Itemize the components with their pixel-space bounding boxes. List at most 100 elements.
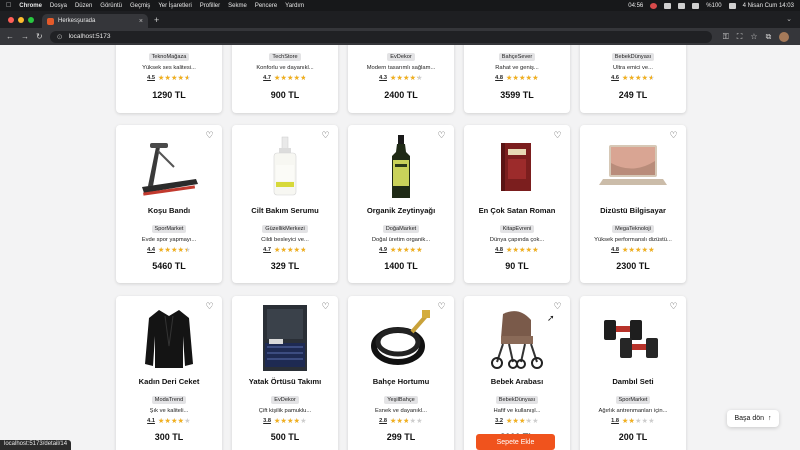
rating-value[interactable]: 3.8 bbox=[263, 418, 271, 424]
rating-value[interactable]: 4.8 bbox=[495, 75, 503, 81]
clock-text[interactable]: 4 Nisan Cum 14:03 bbox=[743, 3, 794, 9]
back-icon[interactable]: ← bbox=[6, 32, 14, 41]
rating-value[interactable]: 4.8 bbox=[611, 247, 619, 253]
new-tab-icon[interactable]: + bbox=[148, 15, 165, 28]
menu-item-history[interactable]: Geçmiş bbox=[130, 3, 150, 9]
dumbbells-image[interactable] bbox=[580, 304, 686, 372]
product-card[interactable]: ♡ Yatak Örtüsü Takımı EvDekor Çift kişil… bbox=[232, 296, 338, 450]
product-card[interactable]: ♡ Koşu Bandı SporMarket Evde spor yapmay… bbox=[116, 125, 222, 283]
rating-value[interactable]: 4.7 bbox=[263, 75, 271, 81]
add-to-cart-button[interactable]: Sepete Ekle bbox=[476, 434, 555, 450]
rating-stars-icon: ★★★★★★★★★★ bbox=[505, 418, 539, 425]
menu-item-file[interactable]: Dosya bbox=[50, 3, 67, 9]
product-card[interactable]: ♡ Cilt Bakım Serumu GüzellikMerkezi Cild… bbox=[232, 125, 338, 283]
product-title[interactable]: Koşu Bandı bbox=[116, 206, 222, 217]
leather-jacket-image[interactable] bbox=[116, 304, 222, 372]
product-title[interactable]: Yatak Örtüsü Takımı bbox=[232, 377, 338, 388]
product-card[interactable]: EvDekor Modern tasarımlı sağlam... 4.3 ★★… bbox=[348, 45, 454, 113]
minimize-window-icon[interactable] bbox=[18, 17, 24, 23]
garden-hose-image[interactable] bbox=[348, 304, 454, 372]
forward-icon[interactable]: → bbox=[21, 32, 29, 41]
link-status-bar: localhost:5173/detail/14 bbox=[0, 440, 72, 450]
product-card[interactable]: BahçeSever Rahat ve geniş... 4.8 ★★★★★ ★★★… bbox=[464, 45, 570, 113]
seller-badge: KitapEvreni bbox=[499, 225, 535, 233]
rating-value[interactable]: 1.8 bbox=[611, 418, 619, 424]
book-image[interactable] bbox=[464, 133, 570, 201]
laptop-image[interactable] bbox=[580, 133, 686, 201]
rating: 4.7 ★★★★★ ★★★★★ bbox=[232, 246, 338, 254]
menu-item-tab[interactable]: Sekme bbox=[228, 3, 247, 9]
product-description: Ağırlık antrenmanları için... bbox=[598, 408, 668, 414]
extensions-icon[interactable]: ⧉ bbox=[766, 32, 772, 42]
product-card[interactable]: TechStore Konforlu ve dayanıkl... 4.7 ★★★… bbox=[232, 45, 338, 113]
tab-search-chevron-icon[interactable]: ⌄ bbox=[786, 15, 800, 28]
menu-item-profiles[interactable]: Profiller bbox=[200, 3, 220, 9]
bookmark-star-icon[interactable]: ☆ bbox=[750, 32, 757, 41]
menu-item-view[interactable]: Görüntü bbox=[100, 3, 122, 9]
product-card[interactable]: BebekDünyası Ultra emici ve... 4.6 ★★★★★ ★… bbox=[580, 45, 686, 113]
rating-fill: ★★★★★ bbox=[505, 247, 538, 254]
olive-oil-bottle-image[interactable] bbox=[348, 133, 454, 201]
product-title[interactable]: Kadın Deri Ceket bbox=[116, 377, 222, 388]
bluetooth-icon[interactable] bbox=[664, 2, 672, 9]
rating-value[interactable]: 4.6 bbox=[611, 75, 619, 81]
wifi-icon[interactable] bbox=[678, 2, 686, 9]
rating-fill: ★★★★★ bbox=[157, 247, 187, 254]
tab-close-icon[interactable]: × bbox=[139, 18, 143, 25]
rating-value[interactable]: 4.9 bbox=[379, 247, 387, 253]
rating-value[interactable]: 4.5 bbox=[147, 75, 155, 81]
record-icon[interactable] bbox=[650, 2, 658, 9]
product-title[interactable]: Organik Zeytinyağı bbox=[348, 206, 454, 217]
rating-value[interactable]: 4.1 bbox=[147, 418, 155, 424]
product-title[interactable]: Dizüstü Bilgisayar bbox=[580, 206, 686, 217]
product-card[interactable]: ♡ Organik Zeytinyağı DoğaMarket Doğal ür… bbox=[348, 125, 454, 283]
browser-tab-strip: Herkesşurada × + ⌄ bbox=[0, 11, 800, 28]
product-title[interactable]: Bebek Arabası bbox=[464, 377, 570, 388]
product-card[interactable]: ♡ Dizüstü Bilgisayar MegaTeknoloji Yükse… bbox=[580, 125, 686, 283]
back-to-top-button[interactable]: Başa dön ↑ bbox=[727, 410, 779, 427]
profile-avatar[interactable] bbox=[779, 31, 790, 42]
product-card[interactable]: ♡ Bahçe Hortumu YeşilBahçe Esnek ve daya… bbox=[348, 296, 454, 450]
rating-fill: ★★★★★ bbox=[273, 418, 299, 425]
menu-item-edit[interactable]: Düzen bbox=[75, 3, 92, 9]
rating-value[interactable]: 4.8 bbox=[495, 247, 503, 253]
product-title[interactable]: Bahçe Hortumu bbox=[348, 377, 454, 388]
product-card[interactable]: TeknoMağaza Yüksek ses kalitesi... 4.5 ★★… bbox=[116, 45, 222, 113]
translate-icon[interactable]: ⛶ bbox=[737, 32, 743, 42]
search-icon[interactable] bbox=[692, 2, 700, 9]
rating-value[interactable]: 4.4 bbox=[147, 247, 155, 253]
menu-item-bookmarks[interactable]: Yer İşaretleri bbox=[158, 3, 191, 9]
site-info-icon[interactable]: ⊙ bbox=[57, 33, 63, 41]
seller-badge: MegaTeknoloji bbox=[612, 225, 654, 233]
rating-fill: ★★★★★ bbox=[157, 75, 188, 82]
seller-badge: BebekDünyası bbox=[611, 53, 655, 61]
address-bar[interactable]: ⊙ localhost:5173 bbox=[49, 30, 712, 43]
seller-badge: GüzellikMerkezi bbox=[262, 225, 308, 233]
treadmill-image[interactable] bbox=[116, 133, 222, 201]
product-title[interactable]: En Çok Satan Roman bbox=[464, 206, 570, 217]
product-title[interactable]: Dambıl Seti bbox=[580, 377, 686, 388]
password-key-icon[interactable]: ⚿ bbox=[723, 32, 729, 42]
reload-icon[interactable]: ↻ bbox=[36, 32, 43, 41]
product-card[interactable]: ♡ Kadın Deri Ceket ModaTrend Şık ve kali… bbox=[116, 296, 222, 450]
product-title[interactable]: Cilt Bakım Serumu bbox=[232, 206, 338, 217]
serum-bottle-image[interactable] bbox=[232, 133, 338, 201]
product-card[interactable]: ♡ Dambıl Seti SporMarket Ağırlık antrenm… bbox=[580, 296, 686, 450]
zoom-window-icon[interactable] bbox=[28, 17, 34, 23]
url-text[interactable]: localhost:5173 bbox=[69, 33, 111, 40]
battery-icon[interactable] bbox=[728, 2, 736, 9]
product-card[interactable]: ♡ En Çok Satan Roman KitapEvreni Dünya ç… bbox=[464, 125, 570, 283]
close-window-icon[interactable] bbox=[8, 17, 14, 23]
rating-value[interactable]: 2.8 bbox=[379, 418, 387, 424]
rating-value[interactable]: 3.2 bbox=[495, 418, 503, 424]
browser-tab[interactable]: Herkesşurada × bbox=[42, 14, 148, 28]
menu-item-help[interactable]: Yardım bbox=[285, 3, 304, 9]
menu-app-name[interactable]: Chrome bbox=[19, 3, 42, 9]
rating-value[interactable]: 4.7 bbox=[263, 247, 271, 253]
rating-value[interactable]: 4.3 bbox=[379, 75, 387, 81]
menu-item-window[interactable]: Pencere bbox=[255, 3, 277, 9]
apple-icon[interactable]:  bbox=[6, 2, 11, 9]
site-favicon-icon bbox=[47, 17, 54, 25]
seller-badge: ModaTrend bbox=[151, 396, 187, 404]
bedspread-image[interactable] bbox=[232, 304, 338, 372]
